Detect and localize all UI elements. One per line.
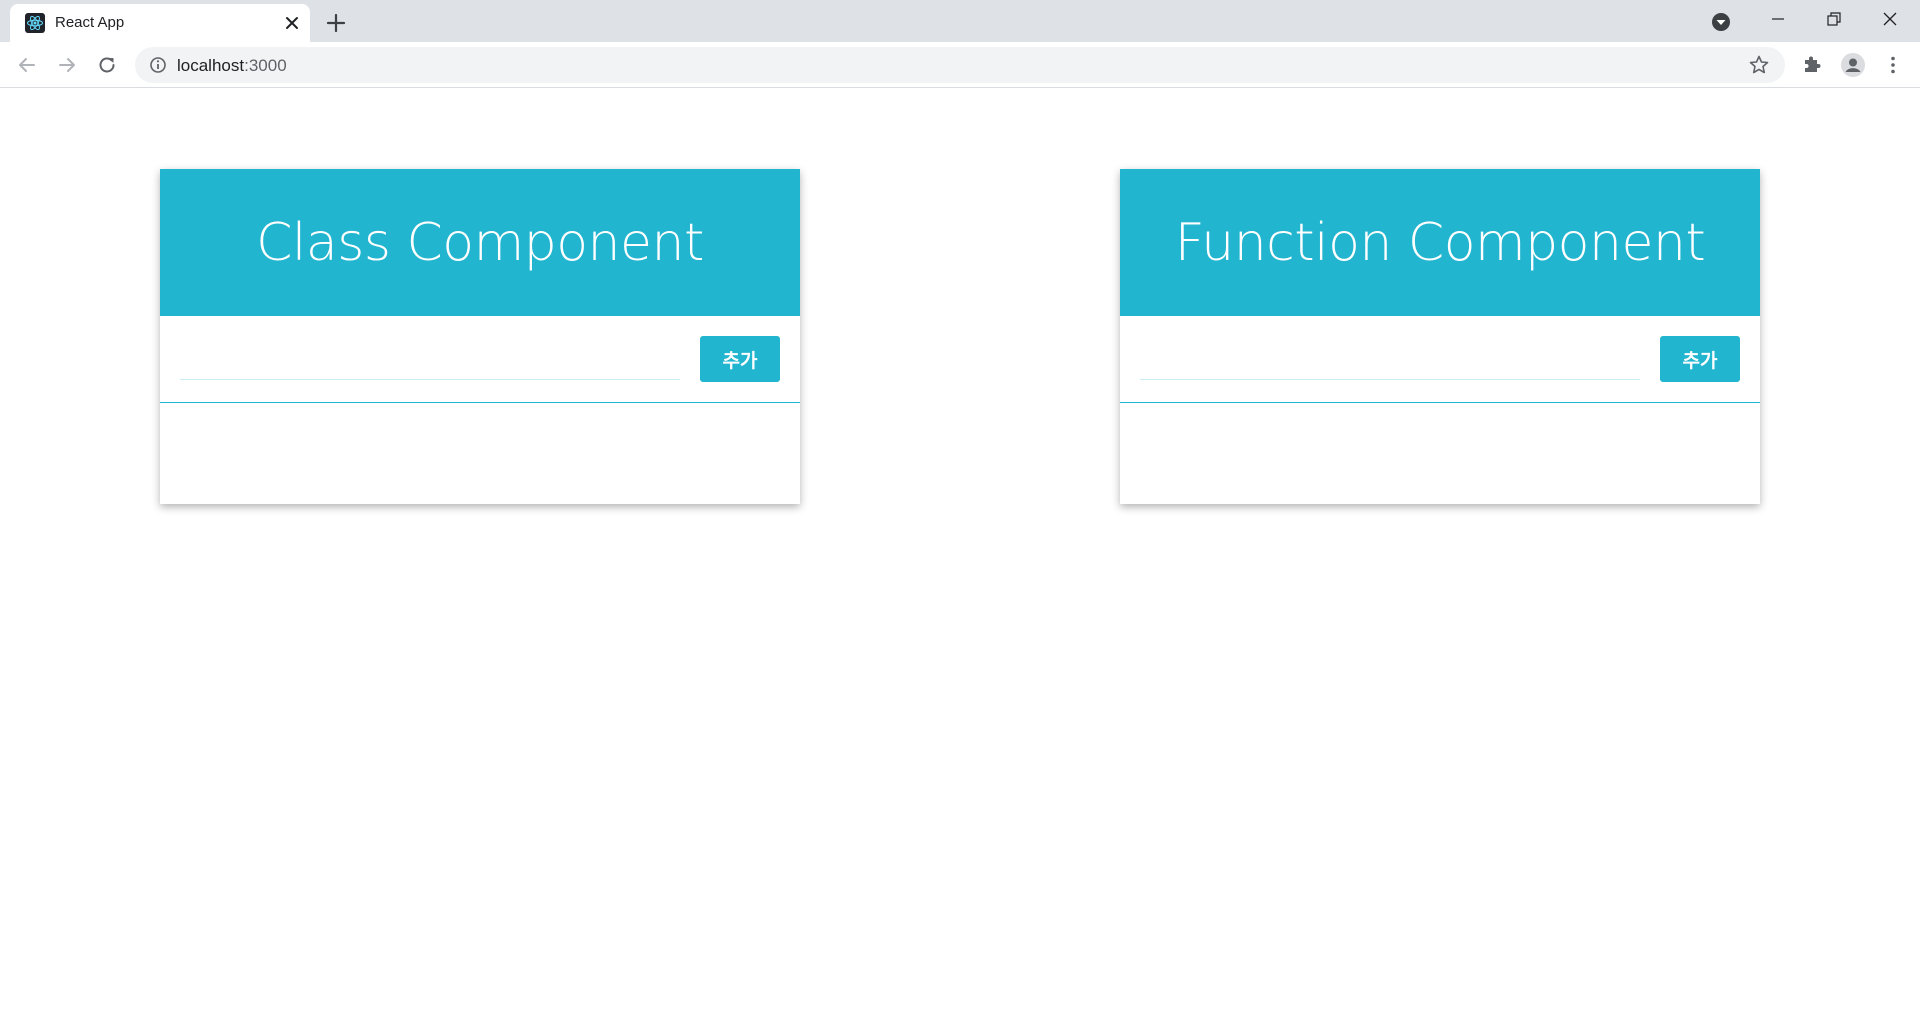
tab-close-icon[interactable] bbox=[280, 11, 304, 35]
class-component-card: Class Component 추가 bbox=[160, 169, 800, 504]
url-port: :3000 bbox=[244, 56, 287, 75]
card-header: Function Component bbox=[1120, 169, 1760, 316]
reload-icon[interactable] bbox=[92, 50, 122, 80]
profile-account-icon[interactable] bbox=[1838, 50, 1868, 80]
forward-arrow-icon[interactable] bbox=[52, 50, 82, 80]
add-button[interactable]: 추가 bbox=[700, 336, 780, 382]
info-icon[interactable] bbox=[149, 56, 167, 74]
restore-icon bbox=[1827, 12, 1841, 26]
browser-tab[interactable]: React App bbox=[10, 4, 310, 42]
url-text[interactable]: localhost:3000 bbox=[177, 56, 287, 76]
kebab-menu-icon[interactable] bbox=[1878, 50, 1908, 80]
close-window-button[interactable] bbox=[1862, 0, 1918, 38]
function-component-card: Function Component 추가 bbox=[1120, 169, 1760, 504]
new-tab-plus-icon[interactable] bbox=[322, 9, 350, 37]
back-arrow-icon[interactable] bbox=[12, 50, 42, 80]
todo-input[interactable] bbox=[180, 344, 680, 380]
minimize-icon bbox=[1772, 18, 1784, 20]
restore-button[interactable] bbox=[1806, 0, 1862, 38]
todo-form: 추가 bbox=[1120, 316, 1760, 403]
url-host: localhost bbox=[177, 56, 245, 75]
browser-toolbar: localhost:3000 bbox=[0, 42, 1920, 88]
react-logo-icon bbox=[25, 13, 45, 33]
tab-search-icon[interactable] bbox=[1708, 9, 1734, 35]
todo-input[interactable] bbox=[1140, 344, 1640, 380]
page-viewport: Class Component 추가 Function Component 추가 bbox=[0, 89, 1920, 1029]
minimize-button[interactable] bbox=[1750, 0, 1806, 38]
extensions-puzzle-icon[interactable] bbox=[1797, 50, 1827, 80]
add-button[interactable]: 추가 bbox=[1660, 336, 1740, 382]
card-title: Function Component bbox=[1174, 212, 1706, 273]
card-header: Class Component bbox=[160, 169, 800, 316]
tab-title: React App bbox=[55, 14, 125, 31]
card-title: Class Component bbox=[256, 212, 704, 273]
browser-titlebar: React App bbox=[0, 0, 1920, 42]
address-bar[interactable]: localhost:3000 bbox=[135, 47, 1785, 83]
todo-form: 추가 bbox=[160, 316, 800, 403]
close-icon bbox=[1883, 12, 1897, 26]
todo-list bbox=[160, 403, 800, 503]
bookmark-star-icon[interactable] bbox=[1747, 53, 1771, 77]
todo-list bbox=[1120, 403, 1760, 503]
